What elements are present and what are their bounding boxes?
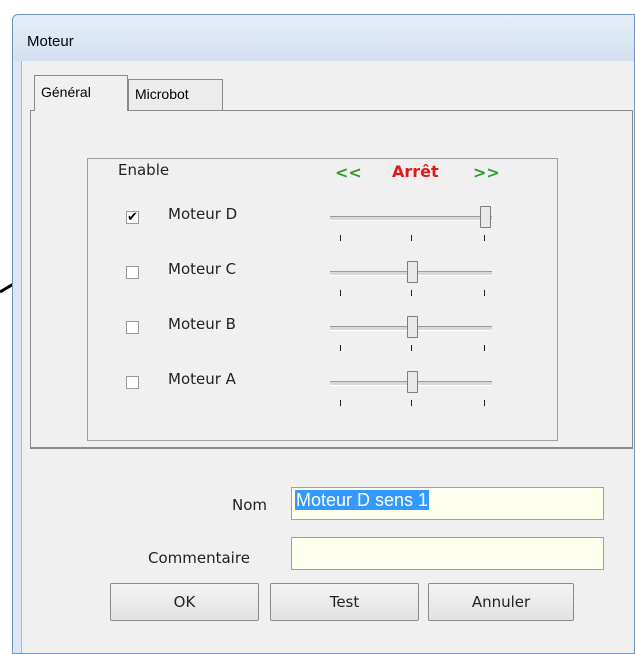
slider-tick bbox=[340, 235, 341, 241]
motor-row-b: Moteur B bbox=[88, 307, 557, 351]
slider-tick bbox=[484, 290, 485, 296]
moteur-a-slider-thumb[interactable] bbox=[407, 371, 418, 393]
moteur-c-label: Moteur C bbox=[168, 260, 237, 278]
test-button[interactable]: Test bbox=[270, 583, 419, 621]
moteur-c-checkbox[interactable] bbox=[126, 266, 139, 279]
slider-tick bbox=[411, 290, 412, 296]
moteur-b-checkbox[interactable] bbox=[126, 321, 139, 334]
next-button[interactable]: >> bbox=[473, 163, 500, 182]
moteur-d-checkbox[interactable]: ✔ bbox=[126, 211, 139, 224]
nom-label: Nom bbox=[232, 496, 268, 514]
tab-microbot[interactable]: Microbot bbox=[128, 79, 223, 111]
tab-panel-general: Enable << Arrêt >> ✔ Moteur D Moteur C M… bbox=[30, 110, 633, 449]
slider-tick bbox=[484, 345, 485, 351]
tab-general[interactable]: Général bbox=[34, 75, 128, 111]
enable-label: Enable bbox=[118, 161, 170, 179]
annuler-button[interactable]: Annuler bbox=[428, 583, 574, 621]
slider-tick bbox=[484, 235, 485, 241]
commentaire-field[interactable] bbox=[291, 537, 604, 570]
moteur-a-label: Moteur A bbox=[168, 370, 236, 388]
slider-tick bbox=[411, 235, 412, 241]
slider-tick bbox=[411, 400, 412, 406]
motor-row-c: Moteur C bbox=[88, 252, 557, 296]
nom-field[interactable]: Moteur D sens 1 bbox=[291, 487, 604, 520]
slider-tick bbox=[340, 345, 341, 351]
slider-tick bbox=[411, 345, 412, 351]
commentaire-label: Commentaire bbox=[148, 549, 250, 567]
previous-button[interactable]: << bbox=[335, 163, 362, 182]
slider-tick bbox=[340, 290, 341, 296]
enable-group: Enable << Arrêt >> ✔ Moteur D Moteur C M… bbox=[87, 158, 558, 441]
title-bar[interactable]: Moteur bbox=[13, 15, 634, 61]
moteur-a-checkbox[interactable] bbox=[126, 376, 139, 389]
window-title: Moteur bbox=[27, 33, 74, 50]
moteur-d-label: Moteur D bbox=[168, 205, 238, 223]
status-label: Arrêt bbox=[392, 162, 439, 181]
moteur-c-slider-thumb[interactable] bbox=[407, 261, 418, 283]
nom-field-value: Moteur D sens 1 bbox=[295, 490, 430, 510]
slider-tick bbox=[340, 400, 341, 406]
motor-row-a: Moteur A bbox=[88, 362, 557, 406]
moteur-b-label: Moteur B bbox=[168, 315, 236, 333]
moteur-d-slider-track[interactable] bbox=[330, 216, 492, 221]
moteur-d-slider-thumb[interactable] bbox=[480, 206, 491, 228]
moteur-b-slider-thumb[interactable] bbox=[407, 316, 418, 338]
motor-row-d: ✔ Moteur D bbox=[88, 197, 557, 241]
slider-tick bbox=[484, 400, 485, 406]
ok-button[interactable]: OK bbox=[110, 583, 259, 621]
